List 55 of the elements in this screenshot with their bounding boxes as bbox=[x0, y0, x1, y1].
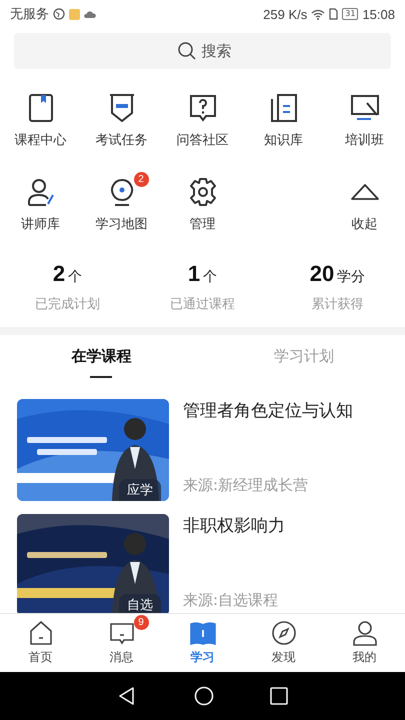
shortcut-label[interactable]: 学习地图 bbox=[96, 215, 148, 233]
course-title[interactable]: 非职权影响力 bbox=[183, 514, 285, 537]
nav-tab[interactable]: 我的 bbox=[324, 614, 405, 672]
stat-value: 1 bbox=[188, 261, 200, 287]
battery-indicator: 31 bbox=[342, 8, 358, 20]
recents-icon[interactable] bbox=[270, 687, 288, 705]
shortcut-label[interactable]: 收起 bbox=[352, 215, 378, 233]
shortcut-label[interactable]: 知识库 bbox=[264, 131, 303, 149]
stat-label: 已通过课程 bbox=[170, 296, 235, 313]
shortcut-label[interactable]: 课程中心 bbox=[14, 131, 66, 149]
clock-time: 15:08 bbox=[362, 6, 395, 22]
document-icon[interactable] bbox=[268, 93, 298, 123]
tab[interactable]: 在学课程 bbox=[67, 345, 136, 368]
nav-tab[interactable]: 发现 bbox=[243, 614, 324, 672]
question-bubble-icon[interactable] bbox=[188, 93, 218, 123]
back-icon[interactable] bbox=[116, 686, 137, 706]
monitor-icon[interactable] bbox=[350, 93, 380, 123]
course-tag: 应学 bbox=[119, 479, 161, 501]
compass-icon bbox=[270, 620, 296, 646]
course-tag: 自选 bbox=[119, 594, 161, 613]
cloud-icon bbox=[84, 10, 96, 18]
search-field[interactable]: 搜索 bbox=[14, 33, 391, 69]
stat-value: 20 bbox=[310, 261, 334, 287]
notification-badge: 9 bbox=[134, 615, 148, 630]
person-icon[interactable] bbox=[26, 177, 56, 207]
search-icon bbox=[176, 41, 196, 61]
home-icon bbox=[28, 620, 54, 646]
user-icon bbox=[352, 620, 378, 646]
nav-tab[interactable]: 9 消息 bbox=[81, 614, 162, 672]
stat-unit: 学分 bbox=[337, 268, 366, 286]
course-source: 来源:新经理成长营 bbox=[183, 476, 310, 495]
stat-unit: 个 bbox=[68, 268, 82, 286]
stat-value: 2 bbox=[52, 261, 66, 287]
nav-tab[interactable]: 首页 bbox=[0, 614, 81, 672]
shortcut-label[interactable]: 讲师库 bbox=[21, 215, 60, 233]
carrier-text: 无服务 bbox=[10, 5, 49, 23]
shortcut-label[interactable]: 问答社区 bbox=[176, 131, 228, 149]
shortcut-label[interactable]: 管理 bbox=[190, 215, 216, 233]
shortcut-label[interactable]: 培训班 bbox=[345, 131, 384, 149]
nav-tab[interactable]: 学习 bbox=[162, 614, 243, 672]
shortcut-label[interactable]: 考试任务 bbox=[96, 131, 148, 149]
app-notification-icon bbox=[69, 8, 80, 20]
stat-label: 已完成计划 bbox=[35, 296, 100, 313]
course-source: 来源:自选课程 bbox=[183, 591, 280, 610]
settings-icon[interactable] bbox=[188, 177, 218, 207]
home-circle-icon[interactable] bbox=[194, 686, 214, 706]
stat-label: 累计获得 bbox=[312, 296, 364, 313]
message-icon bbox=[108, 620, 134, 646]
stat-unit: 个 bbox=[203, 268, 218, 286]
sim-icon bbox=[329, 8, 338, 20]
open-book-icon bbox=[190, 620, 216, 646]
course-title[interactable]: 管理者角色定位与认知 bbox=[183, 399, 353, 422]
notification-badge: 2 bbox=[134, 172, 148, 187]
network-speed: 259 K/s bbox=[263, 6, 308, 22]
wifi-icon bbox=[311, 8, 326, 20]
